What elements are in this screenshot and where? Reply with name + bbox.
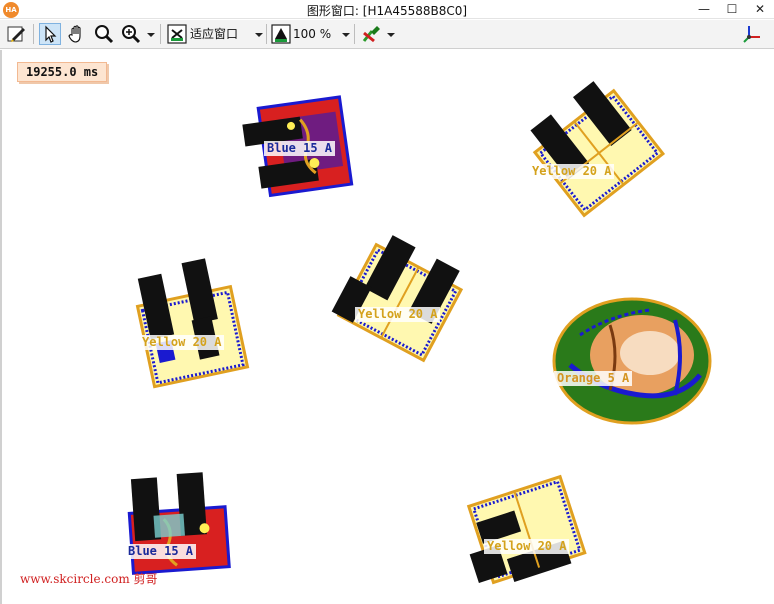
fuse-blue-bottom-left xyxy=(127,472,231,575)
chevron-down-icon[interactable] xyxy=(342,33,350,37)
fuse-label-2: Yellow 20 A xyxy=(529,164,615,179)
fit-window-button[interactable] xyxy=(166,23,188,45)
color-picker-button[interactable] xyxy=(360,23,382,45)
fuse-label-7: Yellow 20 A xyxy=(484,539,570,554)
fuse-yellow-center xyxy=(331,235,464,363)
axes-button[interactable] xyxy=(741,23,763,45)
magnifier-icon xyxy=(95,25,114,44)
window-title: 图形窗口: [H1A45588B8C0] xyxy=(306,4,468,18)
toolbar-separator xyxy=(266,24,267,44)
pointer-icon xyxy=(45,25,57,43)
pencil-button[interactable] xyxy=(6,23,28,45)
timer-readout: 19255.0 ms xyxy=(17,62,108,82)
fuse-label-4: Yellow 20 A xyxy=(355,307,441,322)
close-button[interactable]: ✕ xyxy=(746,0,774,19)
zoom-in-icon xyxy=(122,25,141,44)
fuse-yellow-top-right xyxy=(530,81,666,218)
chevron-down-icon[interactable] xyxy=(387,33,395,37)
hand-icon xyxy=(68,25,81,43)
chevron-down-icon[interactable] xyxy=(255,33,263,37)
axes-icon xyxy=(743,26,760,43)
hand-button[interactable] xyxy=(66,23,88,45)
toolbar-separator xyxy=(33,24,34,44)
toolbar: 适应窗口 100 % xyxy=(0,20,774,49)
chevron-down-icon[interactable] xyxy=(147,33,155,37)
graphics-window: HA 图形窗口: [H1A45588B8C0] — ☐ ✕ 适应窗口 100 %… xyxy=(0,0,774,604)
pointer-button[interactable] xyxy=(39,23,61,45)
minimize-button[interactable]: — xyxy=(690,0,718,19)
zoom-percent-icon xyxy=(271,24,291,44)
toolbar-separator xyxy=(354,24,355,44)
magnifier-button[interactable] xyxy=(93,23,115,45)
zoom-in-button[interactable] xyxy=(120,23,142,45)
fuse-label-5: Orange 5 A xyxy=(554,371,633,386)
fuse-yellow-left xyxy=(135,258,250,389)
color-picker-icon xyxy=(362,26,380,43)
fuse-orange-right xyxy=(552,297,712,425)
pencil-icon xyxy=(7,26,25,42)
toolbar-separator xyxy=(160,24,161,44)
image-canvas[interactable]: 19255.0 ms Blue 15 A Yellow 20 A Yellow … xyxy=(0,50,774,604)
watermark: www.skcircle.com 剪哥 xyxy=(20,572,158,586)
zoom-percent-button[interactable] xyxy=(270,23,292,45)
fuse-label-6: Blue 15 A xyxy=(125,544,197,559)
maximize-button[interactable]: ☐ xyxy=(718,0,746,19)
title-bar: HA 图形窗口: [H1A45588B8C0] — ☐ ✕ xyxy=(0,0,774,19)
zoom-percent-dropdown[interactable]: 100 % xyxy=(293,23,331,45)
fuse-label-3: Yellow 20 A xyxy=(139,335,225,350)
fit-window-dropdown[interactable]: 适应窗口 xyxy=(190,23,238,45)
fit-window-icon xyxy=(167,24,187,44)
fuse-label-1: Blue 15 A xyxy=(264,141,336,156)
